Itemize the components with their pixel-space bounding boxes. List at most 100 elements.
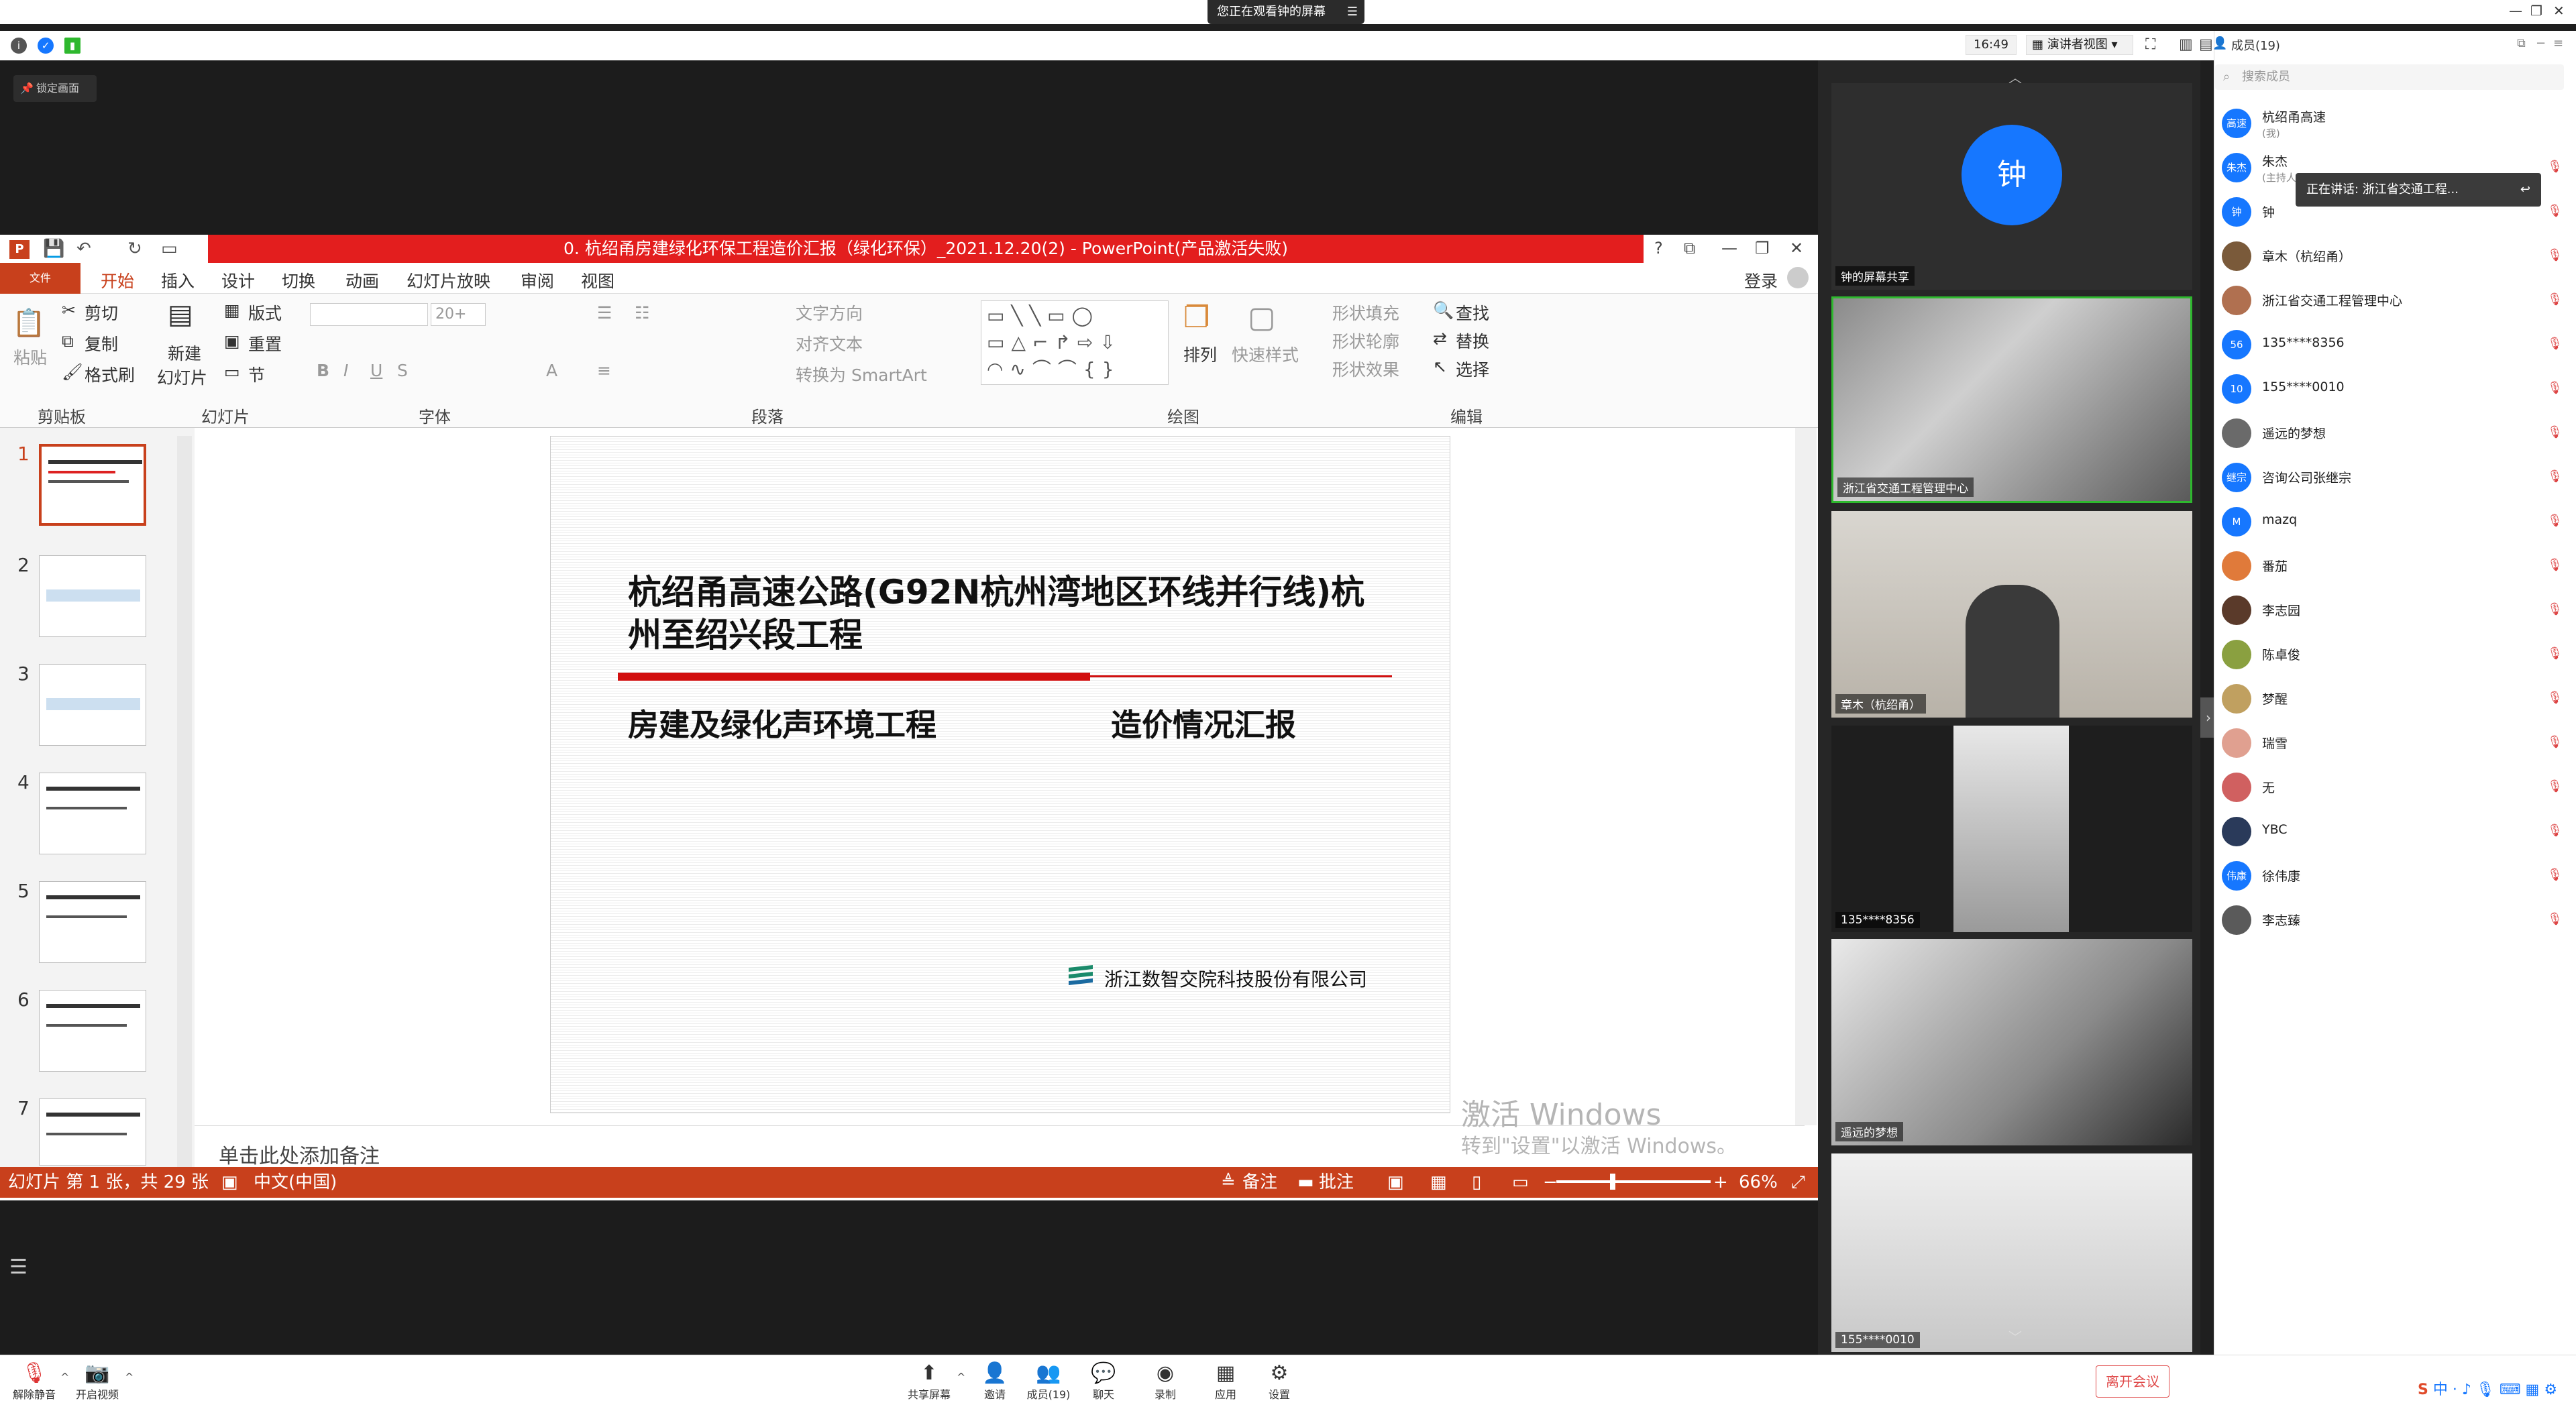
paste-button[interactable]: 粘贴 (13, 345, 47, 369)
login-link[interactable]: 登录 (1744, 268, 1778, 292)
lock-screen-button[interactable]: 📌 锁定画面 (13, 75, 97, 102)
member-row[interactable]: Mmazq 🎙 (2214, 499, 2576, 543)
video-tile[interactable]: 遥远的梦想 (1831, 939, 2192, 1145)
copy-button[interactable]: 复制 (85, 331, 118, 355)
slide-subtitle-left[interactable]: 房建及绿化声环境工程 (628, 701, 936, 745)
menu-icon[interactable]: ☰ (1347, 0, 1358, 24)
fullscreen-icon[interactable]: ⛶ (2145, 36, 2155, 53)
share-banner[interactable]: 您正在观看钟的屏幕 ☰ (1208, 0, 1364, 24)
slide-thumbnail[interactable] (39, 664, 146, 746)
underline-button[interactable]: U (370, 361, 382, 380)
invite-button[interactable]: 👤 邀请 (965, 1361, 1025, 1402)
mic-muted-icon[interactable]: 🎙 (2547, 779, 2563, 793)
mic-muted-icon[interactable]: 🎙 (2547, 160, 2563, 174)
language-indicator[interactable]: 中文(中国) (254, 1167, 337, 1198)
mic-muted-icon[interactable]: 🎙 (2547, 646, 2563, 661)
mic-muted-icon[interactable]: 🎙 (2547, 469, 2563, 484)
reset-button[interactable]: 重置 (248, 331, 282, 355)
member-search-input[interactable]: 搜索成员 (2215, 64, 2564, 90)
signal-icon[interactable]: ▮ (64, 38, 80, 54)
mic-muted-icon[interactable]: 🎙 (2547, 691, 2563, 705)
select-button[interactable]: 选择 (1456, 357, 1489, 381)
section-button[interactable]: 节 (248, 362, 265, 386)
tab-slideshow[interactable]: 幻灯片放映 (407, 268, 490, 292)
leave-meeting-button[interactable]: 离开会议 (2096, 1365, 2169, 1398)
zoom-slider[interactable] (1556, 1180, 1711, 1183)
font-color-button[interactable]: A (546, 361, 557, 380)
minus-icon[interactable]: − (2536, 36, 2546, 50)
mic-muted-icon[interactable]: 🎙 (2547, 602, 2563, 616)
numbering-icon[interactable]: ☷ (635, 303, 649, 323)
thumbnail-scrollbar[interactable] (177, 436, 192, 1167)
member-row[interactable]: 无 🎙 (2214, 765, 2576, 809)
member-row[interactable]: 56 135****8356 🎙 (2214, 322, 2576, 366)
member-row[interactable]: 继宗 咨询公司张继宗 🎙 (2214, 455, 2576, 499)
mic-muted-icon[interactable]: 🎙 (2547, 558, 2563, 572)
zoom-in-icon[interactable]: + (1713, 1167, 1728, 1198)
slide-subtitle-right[interactable]: 造价情况汇报 (1111, 701, 1296, 745)
fit-slide-icon[interactable]: ⤢ (1791, 1167, 1805, 1198)
reply-icon[interactable]: ↩ (2520, 173, 2530, 207)
settings-button[interactable]: ⚙ 设置 (1249, 1361, 1309, 1402)
slide-sorter-icon[interactable]: ▦ (1430, 1167, 1447, 1198)
info-icon[interactable]: i (11, 38, 27, 54)
ime-tray[interactable]: S 中 · ♪ 🎙 ⌨ ▦ ⚙ (2418, 1377, 2557, 1399)
tab-review[interactable]: 审阅 (521, 268, 554, 292)
mic-muted-icon[interactable]: 🎙 (2547, 425, 2563, 439)
notes-toggle[interactable]: 备注 (1242, 1167, 1277, 1198)
user-avatar-icon[interactable] (1787, 267, 1809, 288)
restore-icon[interactable]: ❐ (2530, 3, 2542, 19)
shape-fill-button[interactable]: 形状填充 (1332, 300, 1399, 325)
bold-button[interactable]: B (317, 361, 329, 380)
mic-muted-icon[interactable]: 🎙 (2547, 248, 2563, 262)
convert-smartart-button[interactable]: 转换为 SmartArt (796, 362, 927, 386)
slide-title[interactable]: 杭绍甬高速公路(G92N杭州湾地区环线并行线)杭州至绍兴段工程 (628, 571, 1393, 657)
text-direction-button[interactable]: 文字方向 (796, 300, 863, 325)
reading-view-icon[interactable]: ▯ (1472, 1167, 1481, 1198)
members-button[interactable]: 👥 成员(19) (1018, 1361, 1079, 1402)
bullets-icon[interactable]: ☰ (597, 303, 612, 323)
help-icon[interactable]: ? (1654, 239, 1663, 258)
save-icon[interactable]: 💾 (43, 239, 64, 259)
tab-file[interactable]: 文件 (0, 263, 80, 294)
align-left-icon[interactable]: ≡ (597, 361, 611, 380)
find-button[interactable]: 查找 (1456, 300, 1489, 325)
new-slide-button[interactable]: 新建 (168, 341, 201, 365)
shield-icon[interactable]: ✓ (38, 38, 54, 54)
member-row[interactable]: 伟康 徐伟康 🎙 (2214, 853, 2576, 897)
replace-button[interactable]: 替换 (1456, 329, 1489, 353)
mic-muted-icon[interactable]: 🎙 (2547, 868, 2563, 882)
font-size-select[interactable]: 20+ (431, 303, 486, 326)
popout-icon[interactable]: ⧉ (2517, 36, 2526, 50)
list-icon[interactable]: ☰ (9, 1255, 34, 1280)
slide-thumbnail[interactable] (39, 1098, 146, 1166)
sidebar-icon[interactable]: ▤ (2199, 36, 2213, 53)
tab-animations[interactable]: 动画 (345, 268, 379, 292)
quick-styles-button[interactable]: 快速样式 (1232, 342, 1299, 366)
undo-icon[interactable]: ↶ (76, 239, 91, 259)
zoom-level[interactable]: 66% (1739, 1167, 1778, 1198)
mic-muted-icon[interactable]: 🎙 (2547, 292, 2563, 306)
video-tile[interactable]: 155****0010 (1831, 1153, 2192, 1352)
share-screen-button[interactable]: ⬆ 共享屏幕 (899, 1361, 959, 1402)
member-row[interactable]: 10 155****0010 🎙 (2214, 366, 2576, 410)
slide-thumbnail[interactable] (39, 990, 146, 1072)
member-row[interactable]: 番茄 🎙 (2214, 543, 2576, 587)
member-row[interactable]: 梦醒 🎙 (2214, 676, 2576, 720)
mic-muted-icon[interactable]: 🎙 (2547, 514, 2563, 528)
video-tile[interactable]: 135****8356 (1831, 726, 2192, 932)
mic-muted-icon[interactable]: 🎙 (2547, 381, 2563, 395)
shape-effects-button[interactable]: 形状效果 (1332, 357, 1399, 381)
arrange-button[interactable]: 排列 (1183, 342, 1217, 366)
zoom-slider-handle[interactable] (1610, 1174, 1615, 1190)
member-row[interactable]: 高速 杭绍甬高速 (我) (2214, 101, 2576, 145)
apps-button[interactable]: ▦ 应用 (1195, 1361, 1256, 1402)
layout-button[interactable]: 版式 (248, 300, 282, 325)
comments-toggle[interactable]: 批注 (1319, 1167, 1354, 1198)
mic-muted-icon[interactable]: 🎙 (2547, 337, 2563, 351)
ppt-minimize-icon[interactable]: — (1721, 239, 1737, 258)
mic-muted-icon[interactable]: 🎙 (2547, 824, 2563, 838)
chevron-up-icon[interactable]: ^ (125, 1371, 133, 1384)
tab-insert[interactable]: 插入 (161, 268, 195, 292)
tab-design[interactable]: 设计 (221, 268, 255, 292)
